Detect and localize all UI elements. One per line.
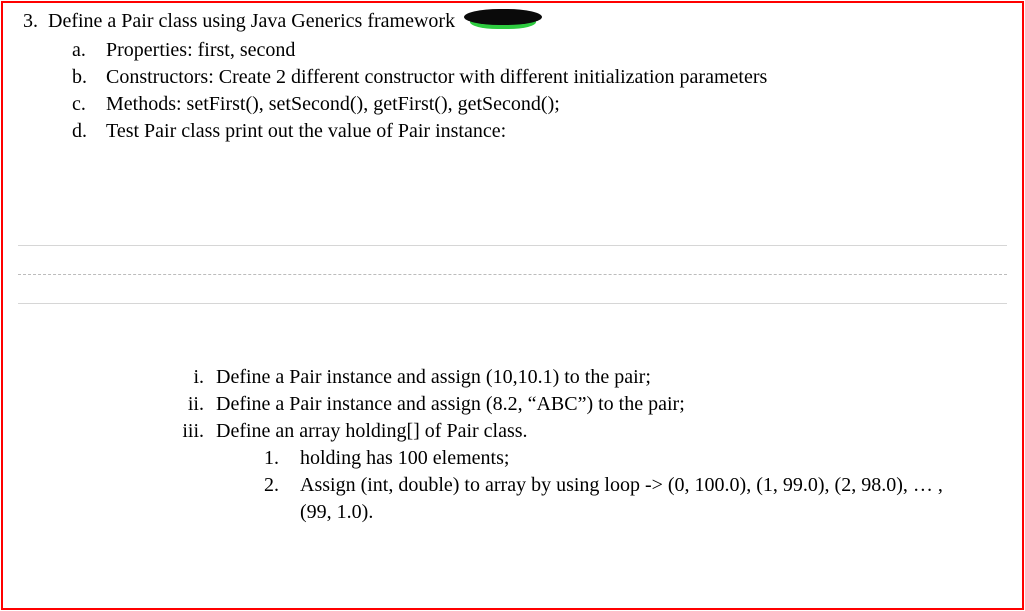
roman-text: Define a Pair instance and assign (8.2, … <box>216 391 1007 418</box>
question-text: Define a Pair class using Java Generics … <box>48 10 455 32</box>
roman-marker: i. <box>168 364 216 391</box>
divider-dashed <box>18 274 1007 275</box>
nested-text: holding has 100 elements; <box>300 445 1007 472</box>
sub-item-a: a. Properties: first, second <box>72 37 1007 64</box>
sub-text: Properties: first, second <box>106 37 1007 64</box>
roman-text: Define an array holding[] of Pair class. <box>216 420 528 442</box>
roman-sublist: i. Define a Pair instance and assign (10… <box>168 364 1007 526</box>
divider-line <box>18 245 1007 246</box>
sub-marker: a. <box>72 37 106 64</box>
question-text-wrap: Define a Pair class using Java Generics … <box>48 8 1007 35</box>
sub-marker: d. <box>72 118 106 145</box>
sub-text: Methods: setFirst(), setSecond(), getFir… <box>106 91 1007 118</box>
roman-marker: ii. <box>168 391 216 418</box>
nested-item-1: 1. holding has 100 elements; <box>264 445 1007 472</box>
roman-item-iii: iii. Define an array holding[] of Pair c… <box>168 418 1007 526</box>
sub-marker: c. <box>72 91 106 118</box>
redaction-mark <box>464 9 542 31</box>
nested-item-2: 2. Assign (int, double) to array by usin… <box>264 472 1007 526</box>
sub-item-d: d. Test Pair class print out the value o… <box>72 118 1007 145</box>
roman-item-ii: ii. Define a Pair instance and assign (8… <box>168 391 1007 418</box>
roman-marker: iii. <box>168 418 216 526</box>
roman-item-i: i. Define a Pair instance and assign (10… <box>168 364 1007 391</box>
sub-text: Test Pair class print out the value of P… <box>106 118 1007 145</box>
nested-marker: 2. <box>264 472 300 526</box>
question-item: 3. Define a Pair class using Java Generi… <box>18 8 1007 35</box>
sub-marker: b. <box>72 64 106 91</box>
question-number: 3. <box>18 8 48 35</box>
roman-text: Define a Pair instance and assign (10,10… <box>216 364 1007 391</box>
nested-marker: 1. <box>264 445 300 472</box>
sub-item-c: c. Methods: setFirst(), setSecond(), get… <box>72 91 1007 118</box>
nested-num-list: 1. holding has 100 elements; 2. Assign (… <box>264 445 1007 526</box>
roman-text-wrap: Define an array holding[] of Pair class.… <box>216 418 1007 526</box>
separator-zone <box>18 245 1007 304</box>
divider-line <box>18 303 1007 304</box>
document-content: 3. Define a Pair class using Java Generi… <box>0 0 1025 534</box>
alpha-sublist: a. Properties: first, second b. Construc… <box>72 37 1007 145</box>
sub-text: Constructors: Create 2 different constru… <box>106 64 1007 91</box>
sub-item-b: b. Constructors: Create 2 different cons… <box>72 64 1007 91</box>
nested-text: Assign (int, double) to array by using l… <box>300 472 1007 526</box>
